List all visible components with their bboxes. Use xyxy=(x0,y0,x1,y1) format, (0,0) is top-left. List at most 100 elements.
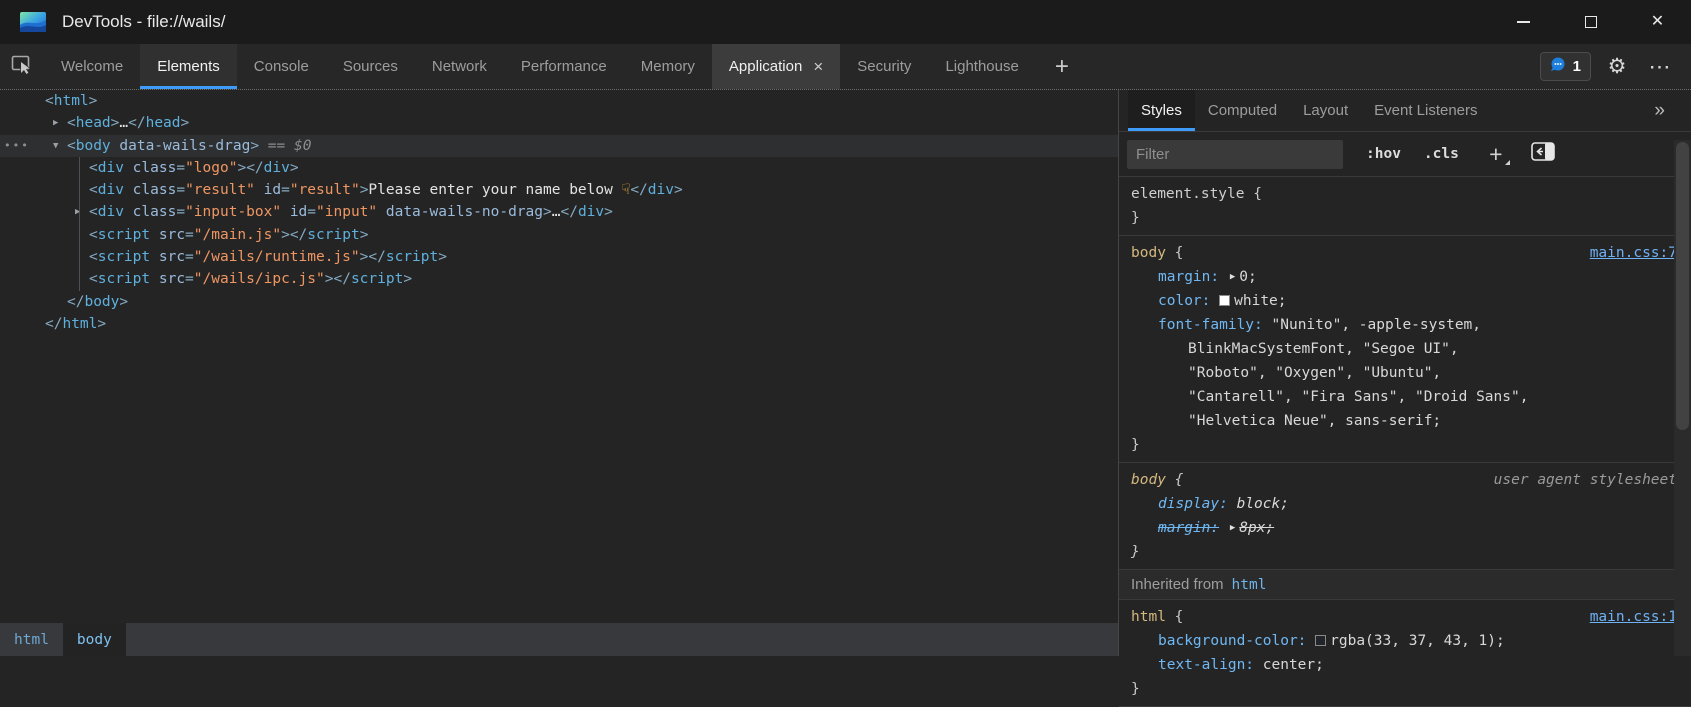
expand-arrow-closed-icon[interactable]: ▶ xyxy=(75,201,89,223)
css-property-line[interactable]: color: white; xyxy=(1131,289,1677,313)
settings-button[interactable]: ⚙ xyxy=(1600,50,1634,84)
css-value[interactable]: 0; xyxy=(1239,269,1256,285)
color-swatch[interactable] xyxy=(1315,635,1326,646)
tree-row[interactable]: <script src="/wails/ipc.js"></script> xyxy=(0,268,1118,290)
expand-arrow-open-icon[interactable]: ▼ xyxy=(53,135,67,157)
tab-sources[interactable]: Sources xyxy=(326,44,415,89)
css-selector[interactable]: html xyxy=(1131,609,1166,625)
tab-label: Sources xyxy=(343,58,398,75)
close-button[interactable]: ✕ xyxy=(1624,0,1691,44)
code-token: = xyxy=(176,182,185,198)
pseudo-state-toggle[interactable]: :hov xyxy=(1366,146,1401,162)
css-property[interactable]: margin: xyxy=(1158,269,1219,285)
expand-arrow-closed-icon[interactable]: ▶ xyxy=(53,112,67,134)
code-token: = xyxy=(185,271,194,287)
css-property-line[interactable]: display: block; xyxy=(1131,492,1677,516)
code-token: < xyxy=(89,249,98,265)
css-property-line[interactable]: text-align: center; xyxy=(1131,653,1677,677)
inherited-target-link[interactable]: html xyxy=(1232,573,1267,597)
issues-button[interactable]: 1 xyxy=(1540,52,1591,81)
css-value[interactable]: 8px; xyxy=(1239,520,1274,536)
tab-performance[interactable]: Performance xyxy=(504,44,624,89)
stylesheet-link[interactable]: main.css:1 xyxy=(1590,605,1677,629)
new-style-rule-button[interactable]: + xyxy=(1483,141,1509,168)
code-token: html xyxy=(54,93,89,109)
code-token: Please enter your name below xyxy=(368,182,621,198)
tab-console[interactable]: Console xyxy=(237,44,326,89)
tree-row[interactable]: <div class="result" id="result">Please e… xyxy=(0,179,1118,201)
tree-row[interactable]: <script src="/main.js"></script> xyxy=(0,224,1118,246)
code-token: < xyxy=(89,160,98,176)
tab-event-listeners[interactable]: Event Listeners xyxy=(1361,90,1490,131)
longhand-expand-icon[interactable]: ▶ xyxy=(1230,265,1235,289)
css-value[interactable]: block; xyxy=(1237,496,1289,512)
css-property[interactable]: text-align: xyxy=(1158,657,1254,673)
tree-row[interactable]: ▶<head>…</head> xyxy=(0,112,1118,134)
code-token: </ xyxy=(246,160,263,176)
css-value[interactable]: rgba(33, 37, 43, 1); xyxy=(1330,633,1505,649)
code-token: script xyxy=(98,249,150,265)
tree-row[interactable]: <script src="/wails/runtime.js"></script… xyxy=(0,246,1118,268)
node-gutter-dots[interactable]: ••• xyxy=(4,135,30,157)
tab-memory[interactable]: Memory xyxy=(624,44,712,89)
toggle-sidebar-button[interactable] xyxy=(1531,142,1555,166)
tree-row[interactable]: <div class="logo"></div> xyxy=(0,157,1118,179)
breadcrumb-item-html[interactable]: html xyxy=(0,623,63,656)
tab-styles[interactable]: Styles xyxy=(1128,90,1195,131)
color-swatch[interactable] xyxy=(1219,295,1230,306)
close-tab-icon[interactable]: × xyxy=(813,58,823,75)
css-value-wrap: BlinkMacSystemFont, "Segoe UI", xyxy=(1131,337,1677,361)
tab-label: Security xyxy=(857,58,911,75)
code-token: </ xyxy=(45,316,62,332)
stylesheet-link[interactable]: main.css:7 xyxy=(1590,241,1677,265)
user-agent-note: user agent stylesheet xyxy=(1494,468,1677,492)
tab-label: Console xyxy=(254,58,309,75)
open-brace: { xyxy=(1166,245,1183,261)
code-token: "logo" xyxy=(185,160,237,176)
css-value[interactable]: "Nunito", -apple-system, xyxy=(1272,317,1482,333)
css-property[interactable]: display: xyxy=(1158,496,1228,512)
css-selector[interactable]: body xyxy=(1131,472,1166,488)
code-token: data-wails-drag xyxy=(111,138,251,154)
tab-lighthouse[interactable]: Lighthouse xyxy=(928,44,1035,89)
scrollbar-thumb[interactable] xyxy=(1676,142,1689,430)
maximize-icon xyxy=(1585,16,1597,28)
tab-computed[interactable]: Computed xyxy=(1195,90,1290,131)
css-property-line[interactable]: margin: ▶8px; xyxy=(1131,516,1677,540)
css-property-line[interactable]: background-color: rgba(33, 37, 43, 1); xyxy=(1131,629,1677,653)
tab-application[interactable]: Application× xyxy=(712,44,840,89)
css-property[interactable]: margin: xyxy=(1158,520,1219,536)
css-property[interactable]: font-family: xyxy=(1158,317,1263,333)
tree-row[interactable]: <html> xyxy=(0,90,1118,112)
tab-security[interactable]: Security xyxy=(840,44,928,89)
css-property-line[interactable]: margin: ▶0; xyxy=(1131,265,1677,289)
tab-layout[interactable]: Layout xyxy=(1290,90,1361,131)
more-tools-button[interactable]: + xyxy=(1036,44,1088,89)
more-panels-button[interactable]: » xyxy=(1654,90,1665,131)
tab-elements[interactable]: Elements xyxy=(140,44,237,89)
code-token: div xyxy=(98,204,124,220)
code-token: script xyxy=(98,227,150,243)
css-property-line[interactable]: font-family: "Nunito", -apple-system, xyxy=(1131,313,1677,337)
css-property[interactable]: background-color: xyxy=(1158,633,1306,649)
css-selector[interactable]: element.style xyxy=(1131,186,1245,202)
tree-row[interactable]: ▶<div class="input-box" id="input" data-… xyxy=(0,201,1118,223)
css-selector[interactable]: body xyxy=(1131,245,1166,261)
scrollbar[interactable] xyxy=(1674,140,1691,656)
tab-network[interactable]: Network xyxy=(415,44,504,89)
inspect-element-button[interactable] xyxy=(0,44,44,89)
minimize-button[interactable] xyxy=(1490,0,1557,44)
longhand-expand-icon[interactable]: ▶ xyxy=(1230,516,1235,540)
css-property[interactable]: color: xyxy=(1158,293,1210,309)
class-toggle[interactable]: .cls xyxy=(1424,146,1459,162)
tree-row[interactable]: </body> xyxy=(0,291,1118,313)
styles-filter-input[interactable] xyxy=(1127,140,1343,169)
breadcrumb-item-body[interactable]: body xyxy=(63,623,126,656)
maximize-button[interactable] xyxy=(1557,0,1624,44)
tree-row[interactable]: </html> xyxy=(0,313,1118,335)
tree-row[interactable]: •••▼<body data-wails-drag> == $0 xyxy=(0,135,1118,157)
css-value[interactable]: center; xyxy=(1263,657,1324,673)
css-value[interactable]: white; xyxy=(1234,293,1286,309)
more-options-button[interactable]: ⋯ xyxy=(1643,50,1677,84)
tab-welcome[interactable]: Welcome xyxy=(44,44,140,89)
